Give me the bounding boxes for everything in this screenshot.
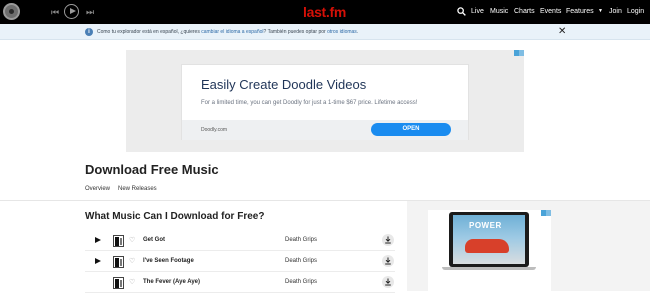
ad-title[interactable]: Easily Create Doodle Videos	[201, 77, 366, 92]
ad-footer: Doodly.com OPEN	[182, 120, 468, 140]
laptop-image[interactable]: POWER	[449, 212, 529, 267]
info-icon: i	[85, 28, 93, 36]
track-row[interactable]: ♡ The Fever (Aye Aye) Death Grips	[85, 273, 395, 293]
nav-music[interactable]: Music	[490, 7, 508, 17]
other-languages-link[interactable]: otros idiomas	[327, 29, 357, 35]
nav-features[interactable]: Features	[566, 7, 594, 17]
section-title: What Music Can I Download for Free?	[85, 211, 265, 222]
artist-name[interactable]: Death Grips	[285, 237, 317, 243]
play-icon[interactable]	[95, 237, 101, 243]
album-art[interactable]	[113, 256, 124, 268]
album-art[interactable]	[113, 277, 124, 289]
track-name[interactable]: The Fever (Aye Aye)	[143, 279, 200, 285]
play-pause-button[interactable]	[64, 4, 79, 19]
artist-name[interactable]: Death Grips	[285, 258, 317, 264]
search-icon[interactable]	[457, 7, 466, 16]
track-name[interactable]: Get Got	[143, 237, 165, 243]
ad-domain: Doodly.com	[201, 127, 228, 133]
top-bar: ⏮ ⏭ last.fm Live Music Charts Events Fea…	[0, 0, 650, 24]
ad-subtitle: For a limited time, you can get Doodly f…	[201, 100, 418, 106]
player-avatar[interactable]	[3, 3, 20, 20]
ad-banner[interactable]: Easily Create Doodle Videos For a limite…	[126, 50, 524, 152]
adchoices-icon[interactable]	[541, 210, 551, 216]
notice-text-after: .	[356, 29, 359, 35]
page-title: Download Free Music	[85, 162, 219, 177]
nav-charts[interactable]: Charts	[514, 7, 535, 17]
language-notice: i Como tu explorador está en español, ¿q…	[0, 24, 650, 40]
notice-text-before: Como tu explorador está en español, ¿qui…	[97, 29, 202, 35]
nav-live[interactable]: Live	[471, 7, 484, 17]
car-image	[465, 239, 509, 253]
track-name[interactable]: I've Seen Footage	[143, 258, 194, 264]
ad-card[interactable]: Easily Create Doodle Videos For a limite…	[181, 64, 469, 140]
previous-track-icon[interactable]: ⏮	[51, 6, 59, 18]
download-icon[interactable]	[382, 234, 394, 246]
tab-new-releases[interactable]: New Releases	[118, 186, 157, 192]
close-icon[interactable]: ✕	[558, 26, 566, 38]
features-caret-icon[interactable]: ▼	[598, 8, 603, 14]
heart-icon[interactable]: ♡	[129, 236, 135, 245]
track-row[interactable]: ♡ I've Seen Footage Death Grips	[85, 252, 395, 272]
heart-icon[interactable]: ♡	[129, 278, 135, 287]
adchoices-icon[interactable]	[514, 50, 524, 56]
switch-to-spanish-link[interactable]: cambiar el idioma a español	[201, 29, 263, 35]
notice-text-middle: ? También puedes optar por	[263, 29, 328, 35]
track-row[interactable]: ♡ Get Got Death Grips	[85, 231, 395, 251]
nav-events[interactable]: Events	[540, 7, 561, 17]
side-ad[interactable]: POWER	[428, 210, 551, 291]
nav-join[interactable]: Join	[609, 7, 622, 17]
download-icon[interactable]	[382, 255, 394, 267]
ad-promo-text: POWER	[469, 221, 502, 230]
play-icon[interactable]	[95, 258, 101, 264]
download-icon[interactable]	[382, 276, 394, 288]
album-art[interactable]	[113, 235, 124, 247]
next-track-icon[interactable]: ⏭	[86, 6, 94, 18]
ad-display: POWER	[453, 215, 525, 264]
artist-name[interactable]: Death Grips	[285, 279, 317, 285]
nav-login[interactable]: Login	[627, 7, 644, 17]
laptop-base	[442, 267, 536, 270]
tab-overview[interactable]: Overview	[85, 186, 110, 192]
heart-icon[interactable]: ♡	[129, 257, 135, 266]
ad-open-button[interactable]: OPEN	[371, 123, 451, 136]
language-notice-text: Como tu explorador está en español, ¿qui…	[97, 29, 358, 36]
lastfm-logo[interactable]: last.fm	[303, 4, 346, 20]
